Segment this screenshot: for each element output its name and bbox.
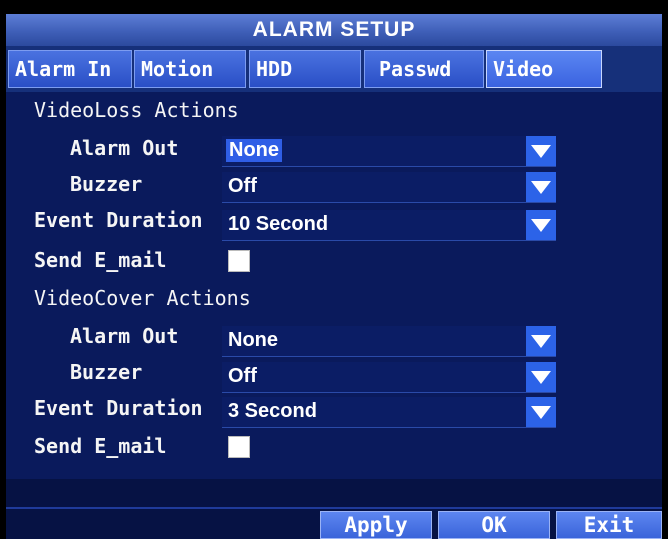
videocover-buzzer-select[interactable]: Off	[222, 362, 556, 393]
tab-video[interactable]: Video	[486, 50, 602, 88]
videocover-alarm-out-label: Alarm Out	[70, 324, 179, 348]
chevron-down-icon[interactable]	[526, 172, 556, 202]
alarm-setup-screen: ALARM SETUP Alarm In Motion HDD Passwd V…	[0, 0, 668, 539]
videoloss-buzzer-label: Buzzer	[70, 172, 143, 196]
videocover-duration-select[interactable]: 3 Second	[222, 397, 556, 428]
divider	[6, 507, 662, 509]
tab-alarm-in[interactable]: Alarm In	[8, 50, 132, 88]
videocover-email-checkbox[interactable]	[228, 436, 250, 458]
videoloss-duration-select[interactable]: 10 Second	[222, 210, 556, 241]
chevron-down-icon[interactable]	[526, 136, 556, 166]
chevron-down-icon[interactable]	[526, 210, 556, 240]
videocover-duration-value: 3 Second	[228, 400, 317, 422]
chevron-down-icon[interactable]	[526, 362, 556, 392]
settings-panel: VideoLoss Actions Alarm Out None Buzzer …	[6, 92, 662, 479]
tab-motion[interactable]: Motion	[134, 50, 246, 88]
tab-bar: Alarm In Motion HDD Passwd Video	[6, 46, 662, 92]
apply-button[interactable]: Apply	[320, 511, 432, 539]
videoloss-alarm-out-select[interactable]: None	[222, 136, 556, 167]
videocover-alarm-out-value: None	[228, 329, 278, 351]
exit-button[interactable]: Exit	[556, 511, 662, 539]
videoloss-duration-value: 10 Second	[228, 213, 329, 235]
window-title: ALARM SETUP	[6, 14, 662, 46]
videocover-duration-label: Event Duration	[34, 396, 203, 420]
videoloss-heading: VideoLoss Actions	[34, 98, 239, 122]
videocover-buzzer-value: Off	[228, 365, 257, 387]
videoloss-email-checkbox[interactable]	[228, 250, 250, 272]
videoloss-alarm-out-value: None	[226, 139, 282, 162]
videoloss-buzzer-value: Off	[228, 175, 257, 197]
button-bar: Apply OK Exit	[6, 479, 662, 539]
videocover-heading: VideoCover Actions	[34, 286, 251, 310]
videoloss-duration-label: Event Duration	[34, 208, 203, 232]
videocover-alarm-out-select[interactable]: None	[222, 326, 556, 357]
chevron-down-icon[interactable]	[526, 397, 556, 427]
tab-hdd[interactable]: HDD	[249, 50, 361, 88]
videoloss-alarm-out-label: Alarm Out	[70, 136, 179, 160]
chevron-down-icon[interactable]	[526, 326, 556, 356]
ok-button[interactable]: OK	[438, 511, 550, 539]
videocover-buzzer-label: Buzzer	[70, 360, 143, 384]
videoloss-email-label: Send E_mail	[34, 248, 167, 272]
videoloss-buzzer-select[interactable]: Off	[222, 172, 556, 203]
videocover-email-label: Send E_mail	[34, 434, 167, 458]
tab-passwd[interactable]: Passwd	[364, 50, 484, 88]
